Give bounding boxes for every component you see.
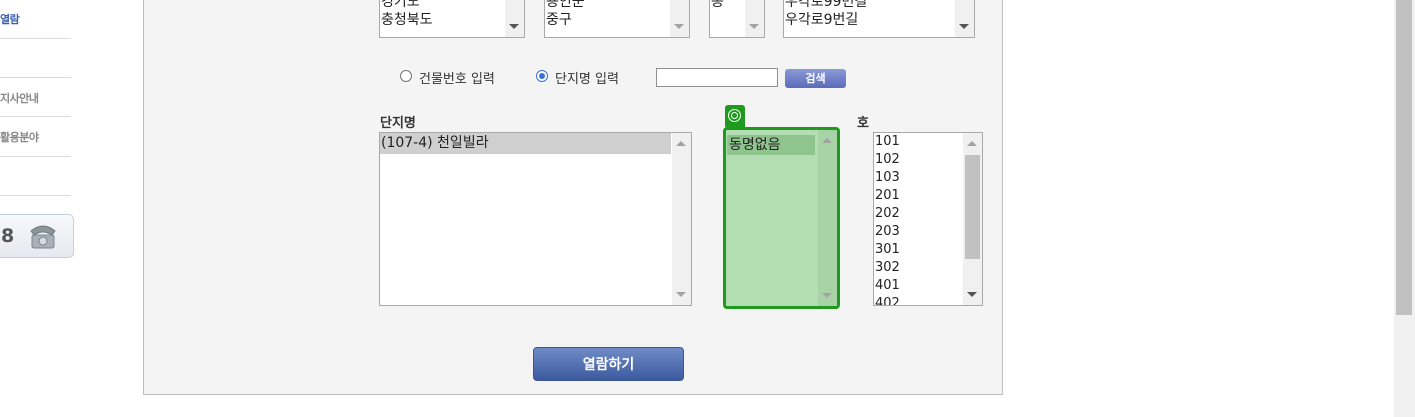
- complex-option[interactable]: (107-4) 천일빌라: [380, 133, 671, 154]
- road-select[interactable]: 우각로99번길 우각로9번길: [783, 0, 975, 38]
- sidebar-item-usage[interactable]: 활용분야: [0, 129, 71, 145]
- road-option[interactable]: 우각로9번길: [784, 11, 974, 29]
- unit-list[interactable]: 101 102 103 201 202 203 301 302 401 402: [873, 132, 983, 306]
- chevron-down-icon[interactable]: [676, 292, 686, 297]
- search-button[interactable]: 검색: [785, 69, 846, 88]
- city-option[interactable]: 중구: [545, 11, 689, 29]
- page-scrollbar-thumb[interactable]: [1396, 0, 1412, 315]
- complex-heading: 단지명: [380, 116, 416, 131]
- complex-name-label[interactable]: 단지명 입력: [555, 68, 619, 87]
- complex-list[interactable]: (107-4) 천일빌라: [379, 132, 692, 306]
- chevron-down-icon[interactable]: [967, 292, 977, 297]
- target-icon: [725, 105, 745, 127]
- search-input[interactable]: [656, 68, 778, 87]
- province-option[interactable]: 경기도: [380, 0, 524, 11]
- building-number-radio[interactable]: [400, 70, 412, 82]
- unit-heading: 호: [857, 116, 869, 131]
- province-select[interactable]: 경기도 충청북도: [379, 0, 525, 38]
- complex-name-radio[interactable]: [536, 70, 548, 82]
- sidebar-divider: [0, 77, 71, 78]
- building-number-label[interactable]: 건물번호 입력: [419, 68, 495, 87]
- chevron-up-icon[interactable]: [822, 138, 832, 143]
- chevron-up-icon[interactable]: [676, 141, 686, 146]
- telephone-icon: [30, 225, 56, 249]
- phone-number: 8: [1, 225, 15, 247]
- chevron-down-icon[interactable]: [509, 24, 519, 29]
- road-option[interactable]: 우각로99번길: [784, 0, 974, 11]
- scrollbar-thumb[interactable]: [965, 155, 980, 259]
- city-option[interactable]: 용인군: [545, 0, 689, 11]
- sidebar-divider: [0, 195, 71, 196]
- building-list[interactable]: 동명없음: [723, 127, 840, 309]
- chevron-down-icon[interactable]: [959, 24, 969, 29]
- page-scrollbar[interactable]: [1394, 0, 1415, 417]
- sidebar-item-view[interactable]: 열람: [0, 11, 71, 27]
- phone-banner[interactable]: 8: [0, 214, 74, 258]
- chevron-down-icon[interactable]: [822, 293, 832, 298]
- view-submit-button[interactable]: 열람하기: [533, 347, 684, 381]
- sidebar-divider: [0, 38, 71, 39]
- city-select[interactable]: 용인군 중구: [544, 0, 690, 38]
- province-option[interactable]: 충청북도: [380, 11, 524, 29]
- sidebar-item-branches[interactable]: 지사안내: [0, 90, 71, 106]
- sidebar-divider: [0, 156, 71, 157]
- chevron-down-icon[interactable]: [674, 24, 684, 29]
- dong-select[interactable]: 동: [709, 0, 765, 38]
- chevron-down-icon[interactable]: [749, 24, 759, 29]
- building-option[interactable]: 동명없음: [727, 135, 815, 155]
- sidebar-divider: [0, 116, 71, 117]
- chevron-up-icon[interactable]: [967, 141, 977, 146]
